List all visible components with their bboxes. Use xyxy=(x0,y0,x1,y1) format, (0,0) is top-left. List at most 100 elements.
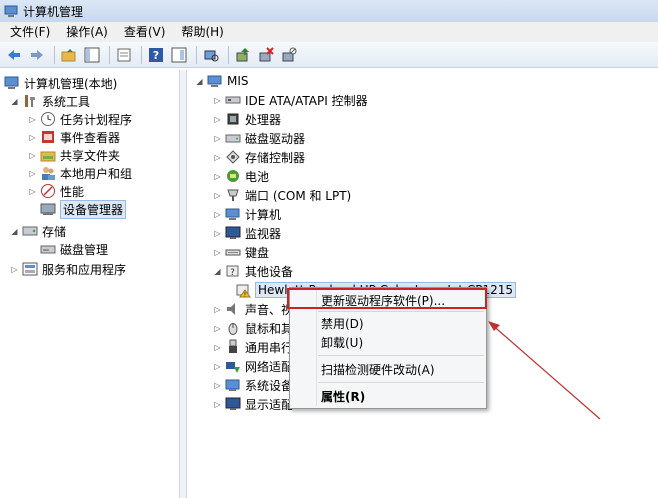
tree-item-computer-management[interactable]: 计算机管理(本地) xyxy=(4,74,117,92)
tree-item-device-manager[interactable]: 设备管理器 xyxy=(40,199,127,219)
toolbar-separator xyxy=(109,45,110,64)
window-title: 计算机管理 xyxy=(23,4,84,19)
device-category-computer[interactable]: ▷ 计算机 xyxy=(213,205,281,223)
device-category-ports[interactable]: ▷ 端口 (COM 和 LPT) xyxy=(213,186,351,204)
expand-triangle-icon[interactable]: ▷ xyxy=(213,229,222,238)
menu-view[interactable]: 查看(V) xyxy=(116,22,174,42)
tree-item-label: 存储 xyxy=(42,224,67,239)
help-icon[interactable]: ? xyxy=(146,45,166,65)
tree-item-label: 处理器 xyxy=(245,112,282,127)
show-hide-tree-icon[interactable] xyxy=(82,45,102,65)
expand-triangle-icon[interactable]: ▷ xyxy=(213,362,222,371)
tree-item-label: 存储控制器 xyxy=(245,150,306,165)
collapse-triangle-icon[interactable]: ◢ xyxy=(195,77,204,86)
expand-triangle-icon[interactable]: ▷ xyxy=(213,343,222,352)
menu-item-uninstall[interactable]: 卸载(U) xyxy=(321,333,363,351)
expand-triangle-icon[interactable]: ▷ xyxy=(213,381,222,390)
forward-arrow-icon[interactable] xyxy=(27,45,47,65)
scan-hardware-icon[interactable] xyxy=(201,45,221,65)
device-category-storage-controllers[interactable]: ▷ 存储控制器 xyxy=(213,148,305,166)
device-category-monitors[interactable]: ▷ 监视器 xyxy=(213,224,281,242)
device-category-sound[interactable]: ▷ 声音、视 xyxy=(213,300,293,318)
expand-triangle-icon[interactable]: ▷ xyxy=(213,191,222,200)
device-manager-icon xyxy=(40,201,56,217)
toolbar-separator xyxy=(54,45,55,64)
export-list-icon[interactable] xyxy=(114,45,134,65)
device-category-battery[interactable]: ▷ 电池 xyxy=(213,167,269,185)
tree-item-label: 任务计划程序 xyxy=(60,112,133,127)
tree-item-task-scheduler[interactable]: ▷ 任务计划程序 xyxy=(28,110,132,128)
expand-triangle-icon[interactable]: ▷ xyxy=(213,248,222,257)
console-tree-pane[interactable]: 计算机管理(本地) ◢ 系统工具 ▷ 任务计划程序 ▷ 事件查看器 ▷ 共享文件… xyxy=(0,70,180,498)
tree-item-label: 共享文件夹 xyxy=(60,148,121,163)
expand-triangle-icon[interactable]: ▷ xyxy=(10,265,19,274)
device-tree-root[interactable]: ◢ MIS xyxy=(195,72,248,90)
expand-triangle-icon[interactable]: ▷ xyxy=(28,115,37,124)
menu-separator xyxy=(318,311,484,312)
annotation-highlight-box xyxy=(287,288,487,309)
device-category-mice[interactable]: ▷ 鼠标和其 xyxy=(213,319,293,337)
expand-triangle-icon[interactable]: ▷ xyxy=(213,115,222,124)
tree-item-label: 端口 (COM 和 LPT) xyxy=(245,188,352,203)
menu-item-scan-hardware[interactable]: 扫描检测硬件改动(A) xyxy=(321,360,435,378)
expand-triangle-icon[interactable]: ▷ xyxy=(213,153,222,162)
collapse-triangle-icon[interactable]: ◢ xyxy=(10,227,19,236)
menu-separator xyxy=(318,355,484,356)
toolbar-separator xyxy=(196,45,197,64)
computer-icon xyxy=(225,206,241,222)
menu-item-disable[interactable]: 禁用(D) xyxy=(321,314,364,332)
tree-item-event-viewer[interactable]: ▷ 事件查看器 xyxy=(28,128,120,146)
title-bar: 计算机管理 xyxy=(0,0,658,22)
expand-triangle-icon[interactable]: ▷ xyxy=(28,169,37,178)
expand-triangle-icon[interactable]: ▷ xyxy=(213,96,222,105)
properties-view-icon[interactable] xyxy=(169,45,189,65)
tree-item-label: 声音、视 xyxy=(245,302,294,317)
expand-triangle-icon[interactable]: ▷ xyxy=(213,172,222,181)
tree-item-disk-management[interactable]: 磁盘管理 xyxy=(40,240,108,258)
collapse-triangle-icon[interactable]: ◢ xyxy=(10,97,19,106)
update-driver-icon[interactable] xyxy=(233,45,253,65)
expand-triangle-icon[interactable]: ▷ xyxy=(213,305,222,314)
uninstall-device-icon[interactable] xyxy=(256,45,276,65)
expand-triangle-icon[interactable]: ▷ xyxy=(213,400,222,409)
tree-item-shared-folders[interactable]: ▷ 共享文件夹 xyxy=(28,146,120,164)
back-arrow-icon[interactable] xyxy=(4,45,24,65)
menu-file[interactable]: 文件(F) xyxy=(2,22,58,42)
device-category-keyboards[interactable]: ▷ 键盘 xyxy=(213,243,269,261)
tree-item-local-users-groups[interactable]: ▷ 本地用户和组 xyxy=(28,164,132,182)
expand-triangle-icon[interactable]: ▷ xyxy=(28,187,37,196)
expand-triangle-icon[interactable]: ▷ xyxy=(213,324,222,333)
toolbar: ? xyxy=(0,42,658,68)
expand-triangle-icon[interactable]: ▷ xyxy=(213,134,222,143)
expand-triangle-icon[interactable]: ▷ xyxy=(28,151,37,160)
collapse-triangle-icon[interactable]: ◢ xyxy=(213,267,222,276)
menu-action[interactable]: 操作(A) xyxy=(58,22,116,42)
device-category-network[interactable]: ▷ 网络适配 xyxy=(213,357,293,375)
device-category-processor[interactable]: ▷ 处理器 xyxy=(213,110,281,128)
device-category-display-adapters[interactable]: ▷ 显示适配 xyxy=(213,395,293,413)
svg-text:!: ! xyxy=(244,292,246,299)
device-tree-pane[interactable]: ◢ MIS ▷ IDE ATA/ATAPI 控制器 ▷ 处理器 ▷ 磁盘驱动器 … xyxy=(186,70,658,498)
svg-text:?: ? xyxy=(230,268,235,278)
expand-triangle-icon[interactable]: ▷ xyxy=(28,133,37,142)
svg-text:?: ? xyxy=(153,49,159,62)
tree-item-storage[interactable]: ◢ 存储 xyxy=(10,222,66,240)
menu-bar: 文件(F) 操作(A) 查看(V) 帮助(H) xyxy=(0,22,658,42)
tree-item-system-tools[interactable]: ◢ 系统工具 xyxy=(10,92,90,110)
computer-management-icon xyxy=(4,4,18,18)
menu-help[interactable]: 帮助(H) xyxy=(173,22,231,42)
clock-icon xyxy=(40,111,56,127)
expand-triangle-icon[interactable]: ▷ xyxy=(213,210,222,219)
device-category-other-devices[interactable]: ◢ ? 其他设备 xyxy=(213,262,293,280)
device-category-ide[interactable]: ▷ IDE ATA/ATAPI 控制器 xyxy=(213,91,367,109)
disable-device-icon[interactable] xyxy=(279,45,299,65)
tree-item-services-applications[interactable]: ▷ 服务和应用程序 xyxy=(10,260,126,278)
tree-item-label: 监视器 xyxy=(245,226,282,241)
device-category-system-devices[interactable]: ▷ 系统设备 xyxy=(213,376,293,394)
tree-item-label: 设备管理器 xyxy=(60,199,127,219)
up-folder-icon[interactable] xyxy=(59,45,79,65)
device-category-usb[interactable]: ▷ 通用串行 xyxy=(213,338,293,356)
menu-item-properties[interactable]: 属性(R) xyxy=(321,387,365,405)
device-category-disk-drives[interactable]: ▷ 磁盘驱动器 xyxy=(213,129,305,147)
tree-item-performance[interactable]: ▷ 性能 xyxy=(28,182,84,200)
